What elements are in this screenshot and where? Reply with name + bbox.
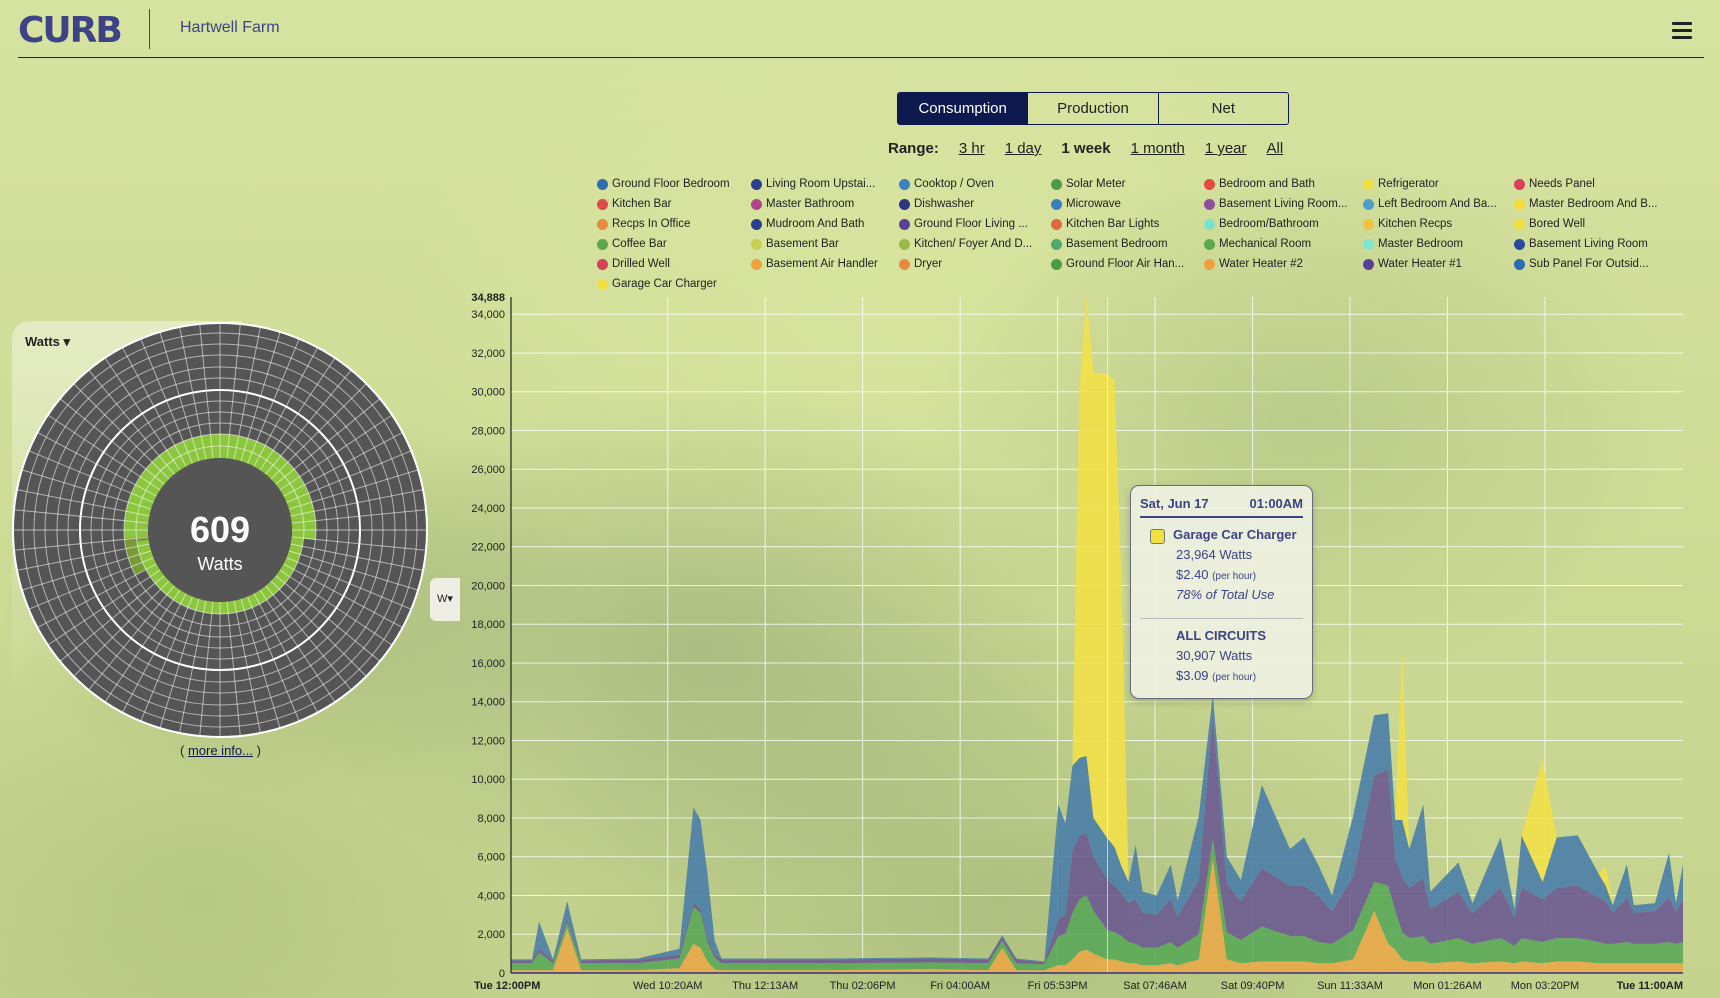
y-tick-label: 0	[499, 968, 505, 980]
x-tick-label: Mon 01:26AM	[1413, 980, 1481, 992]
consumption-chart[interactable]: 0 2,000 4,000 6,000 8,000 10,000 12,000 14,000 1…	[0, 0, 1720, 998]
chart-tooltip: Sat, Jun 17 01:00AM Garage Car Charger 23…	[1130, 485, 1313, 699]
y-tick-label: 30,000	[471, 387, 505, 399]
tooltip-separator	[1140, 618, 1303, 619]
y-tick-label: 6,000	[477, 852, 505, 864]
cost-value: $3.09	[1176, 668, 1209, 683]
x-tick-label: Fri 05:53PM	[1028, 980, 1088, 992]
y-tick-label: 4,000	[477, 890, 505, 902]
x-tick-label: Tue 11:00AM	[1617, 980, 1683, 992]
tooltip-share: 78% of Total Use	[1176, 587, 1275, 602]
y-tick-label: 16,000	[471, 658, 505, 670]
y-tick-label: 22,000	[471, 542, 505, 554]
y-tick-label: 34,000	[471, 309, 505, 321]
x-tick-label: Sat 09:40PM	[1221, 980, 1285, 992]
x-tick-label: Sat 07:46AM	[1123, 980, 1187, 992]
tooltip-all-cost: $3.09 (per hour)	[1176, 668, 1256, 683]
y-tick-label: 14,000	[471, 697, 505, 709]
y-tick-label: 12,000	[471, 735, 505, 747]
tooltip-circuit: Garage Car Charger	[1173, 527, 1297, 542]
x-tick-label: Sun 11:33AM	[1317, 980, 1383, 992]
y-tick-label: 2,000	[477, 929, 505, 941]
x-tick-label: Fri 04:00AM	[930, 980, 990, 992]
tooltip-all-label: ALL CIRCUITS	[1176, 628, 1267, 643]
y-tick-label: 10,000	[471, 774, 505, 786]
x-tick-label: Mon 03:20PM	[1511, 980, 1579, 992]
circuit-swatch	[1150, 529, 1165, 544]
y-tick-label: 24,000	[471, 503, 505, 515]
y-tick-label: 26,000	[471, 464, 505, 476]
tooltip-time: 01:00AM	[1249, 496, 1303, 511]
tooltip-all-watts: 30,907 Watts	[1176, 648, 1253, 663]
y-max-label: 34,888	[471, 292, 505, 304]
y-tick-label: 28,000	[471, 425, 505, 437]
tooltip-circuit-cost: $2.40 (per hour)	[1176, 567, 1256, 582]
tooltip-header: Sat, Jun 17 01:00AM	[1140, 496, 1303, 518]
x-tick-label: Tue 12:00PM	[474, 980, 540, 992]
cost-value: $2.40	[1176, 567, 1209, 582]
tooltip-date: Sat, Jun 17	[1140, 496, 1209, 511]
per-hour: (per hour)	[1212, 672, 1257, 683]
x-tick-label: Thu 02:06PM	[830, 980, 896, 992]
x-tick-label: Wed 10:20AM	[633, 980, 703, 992]
per-hour: (per hour)	[1212, 571, 1257, 582]
y-tick-label: 18,000	[471, 619, 505, 631]
x-tick-label: Thu 12:13AM	[732, 980, 798, 992]
tooltip-circuit-watts: 23,964 Watts	[1176, 547, 1253, 562]
y-tick-label: 20,000	[471, 580, 505, 592]
y-tick-label: 8,000	[477, 813, 505, 825]
y-tick-label: 32,000	[471, 348, 505, 360]
